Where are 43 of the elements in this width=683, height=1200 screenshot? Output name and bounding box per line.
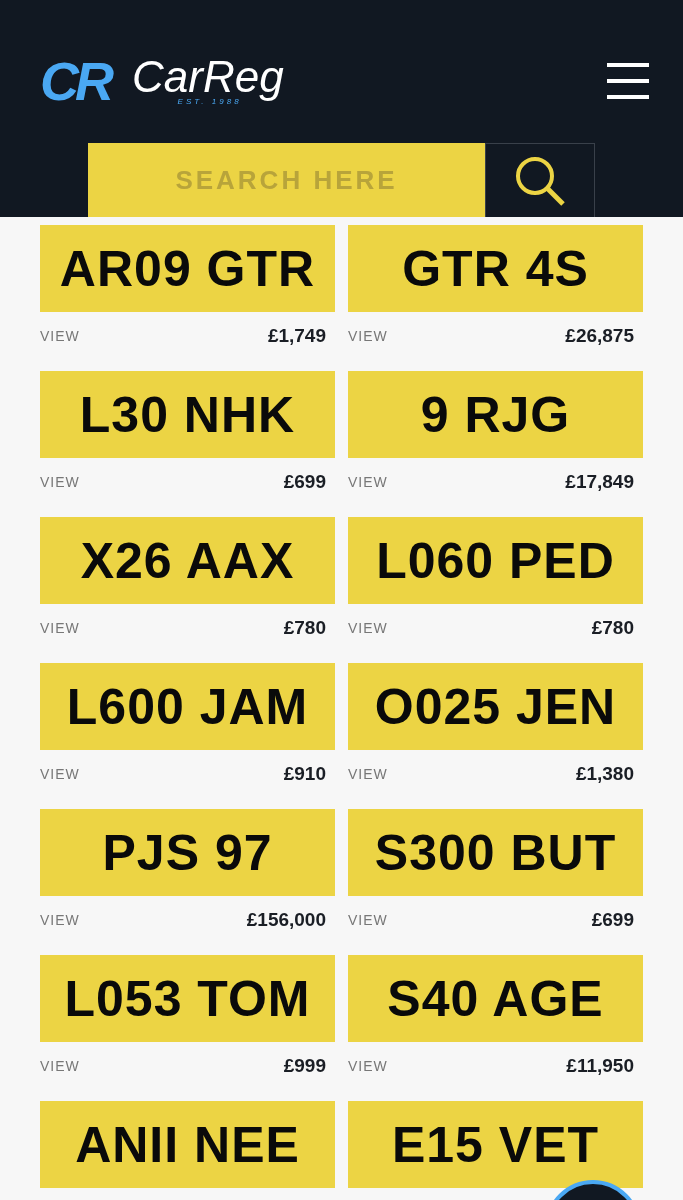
number-plate[interactable]: S40 AGE (348, 955, 643, 1042)
price: £999 (283, 1054, 327, 1077)
number-plate[interactable]: L053 TOM (40, 955, 335, 1042)
number-plate[interactable]: AR09 GTR (40, 225, 335, 312)
number-plate[interactable]: S300 BUT (348, 809, 643, 896)
view-link[interactable]: VIEW (348, 765, 388, 782)
price: £780 (283, 616, 327, 639)
price: £26,875 (565, 324, 635, 347)
price: £910 (283, 762, 327, 785)
number-plate[interactable]: L600 JAM (40, 663, 335, 750)
view-link[interactable]: VIEW (348, 327, 388, 344)
tagline: EST. 1988 (177, 96, 242, 106)
number-plate[interactable]: L060 PED (348, 517, 643, 604)
price: £1,380 (575, 762, 635, 785)
view-link[interactable]: VIEW (40, 911, 80, 928)
number-plate[interactable]: GTR 4S (348, 225, 643, 312)
number-plate[interactable]: X26 AAX (40, 517, 335, 604)
view-link[interactable]: VIEW (40, 765, 80, 782)
price: £780 (591, 616, 635, 639)
price: £11,950 (566, 1054, 635, 1077)
view-link[interactable]: VIEW (348, 619, 388, 636)
price: £156,000 (246, 908, 327, 931)
number-plate[interactable]: PJS 97 (40, 809, 335, 896)
price: £699 (283, 470, 327, 493)
search-icon (514, 154, 566, 207)
search-button[interactable] (485, 143, 595, 217)
number-plate[interactable]: O025 JEN (348, 663, 643, 750)
number-plate[interactable]: E15 VET (348, 1101, 643, 1188)
number-plate[interactable]: 9 RJG (348, 371, 643, 458)
price: £699 (591, 908, 635, 931)
view-link[interactable]: VIEW (40, 473, 80, 490)
view-link[interactable]: VIEW (348, 473, 388, 490)
price: £17,849 (565, 470, 635, 493)
price: £1,749 (267, 324, 327, 347)
number-plate[interactable]: L30 NHK (40, 371, 335, 458)
number-plate[interactable]: ANII NEE (40, 1101, 335, 1188)
view-link[interactable]: VIEW (40, 1057, 80, 1074)
view-link[interactable]: VIEW (348, 1057, 388, 1074)
view-link[interactable]: VIEW (40, 619, 80, 636)
view-link[interactable]: VIEW (348, 911, 388, 928)
logo-mark: CR (40, 56, 110, 106)
view-link[interactable]: VIEW (40, 327, 80, 344)
menu-button[interactable] (607, 63, 649, 99)
